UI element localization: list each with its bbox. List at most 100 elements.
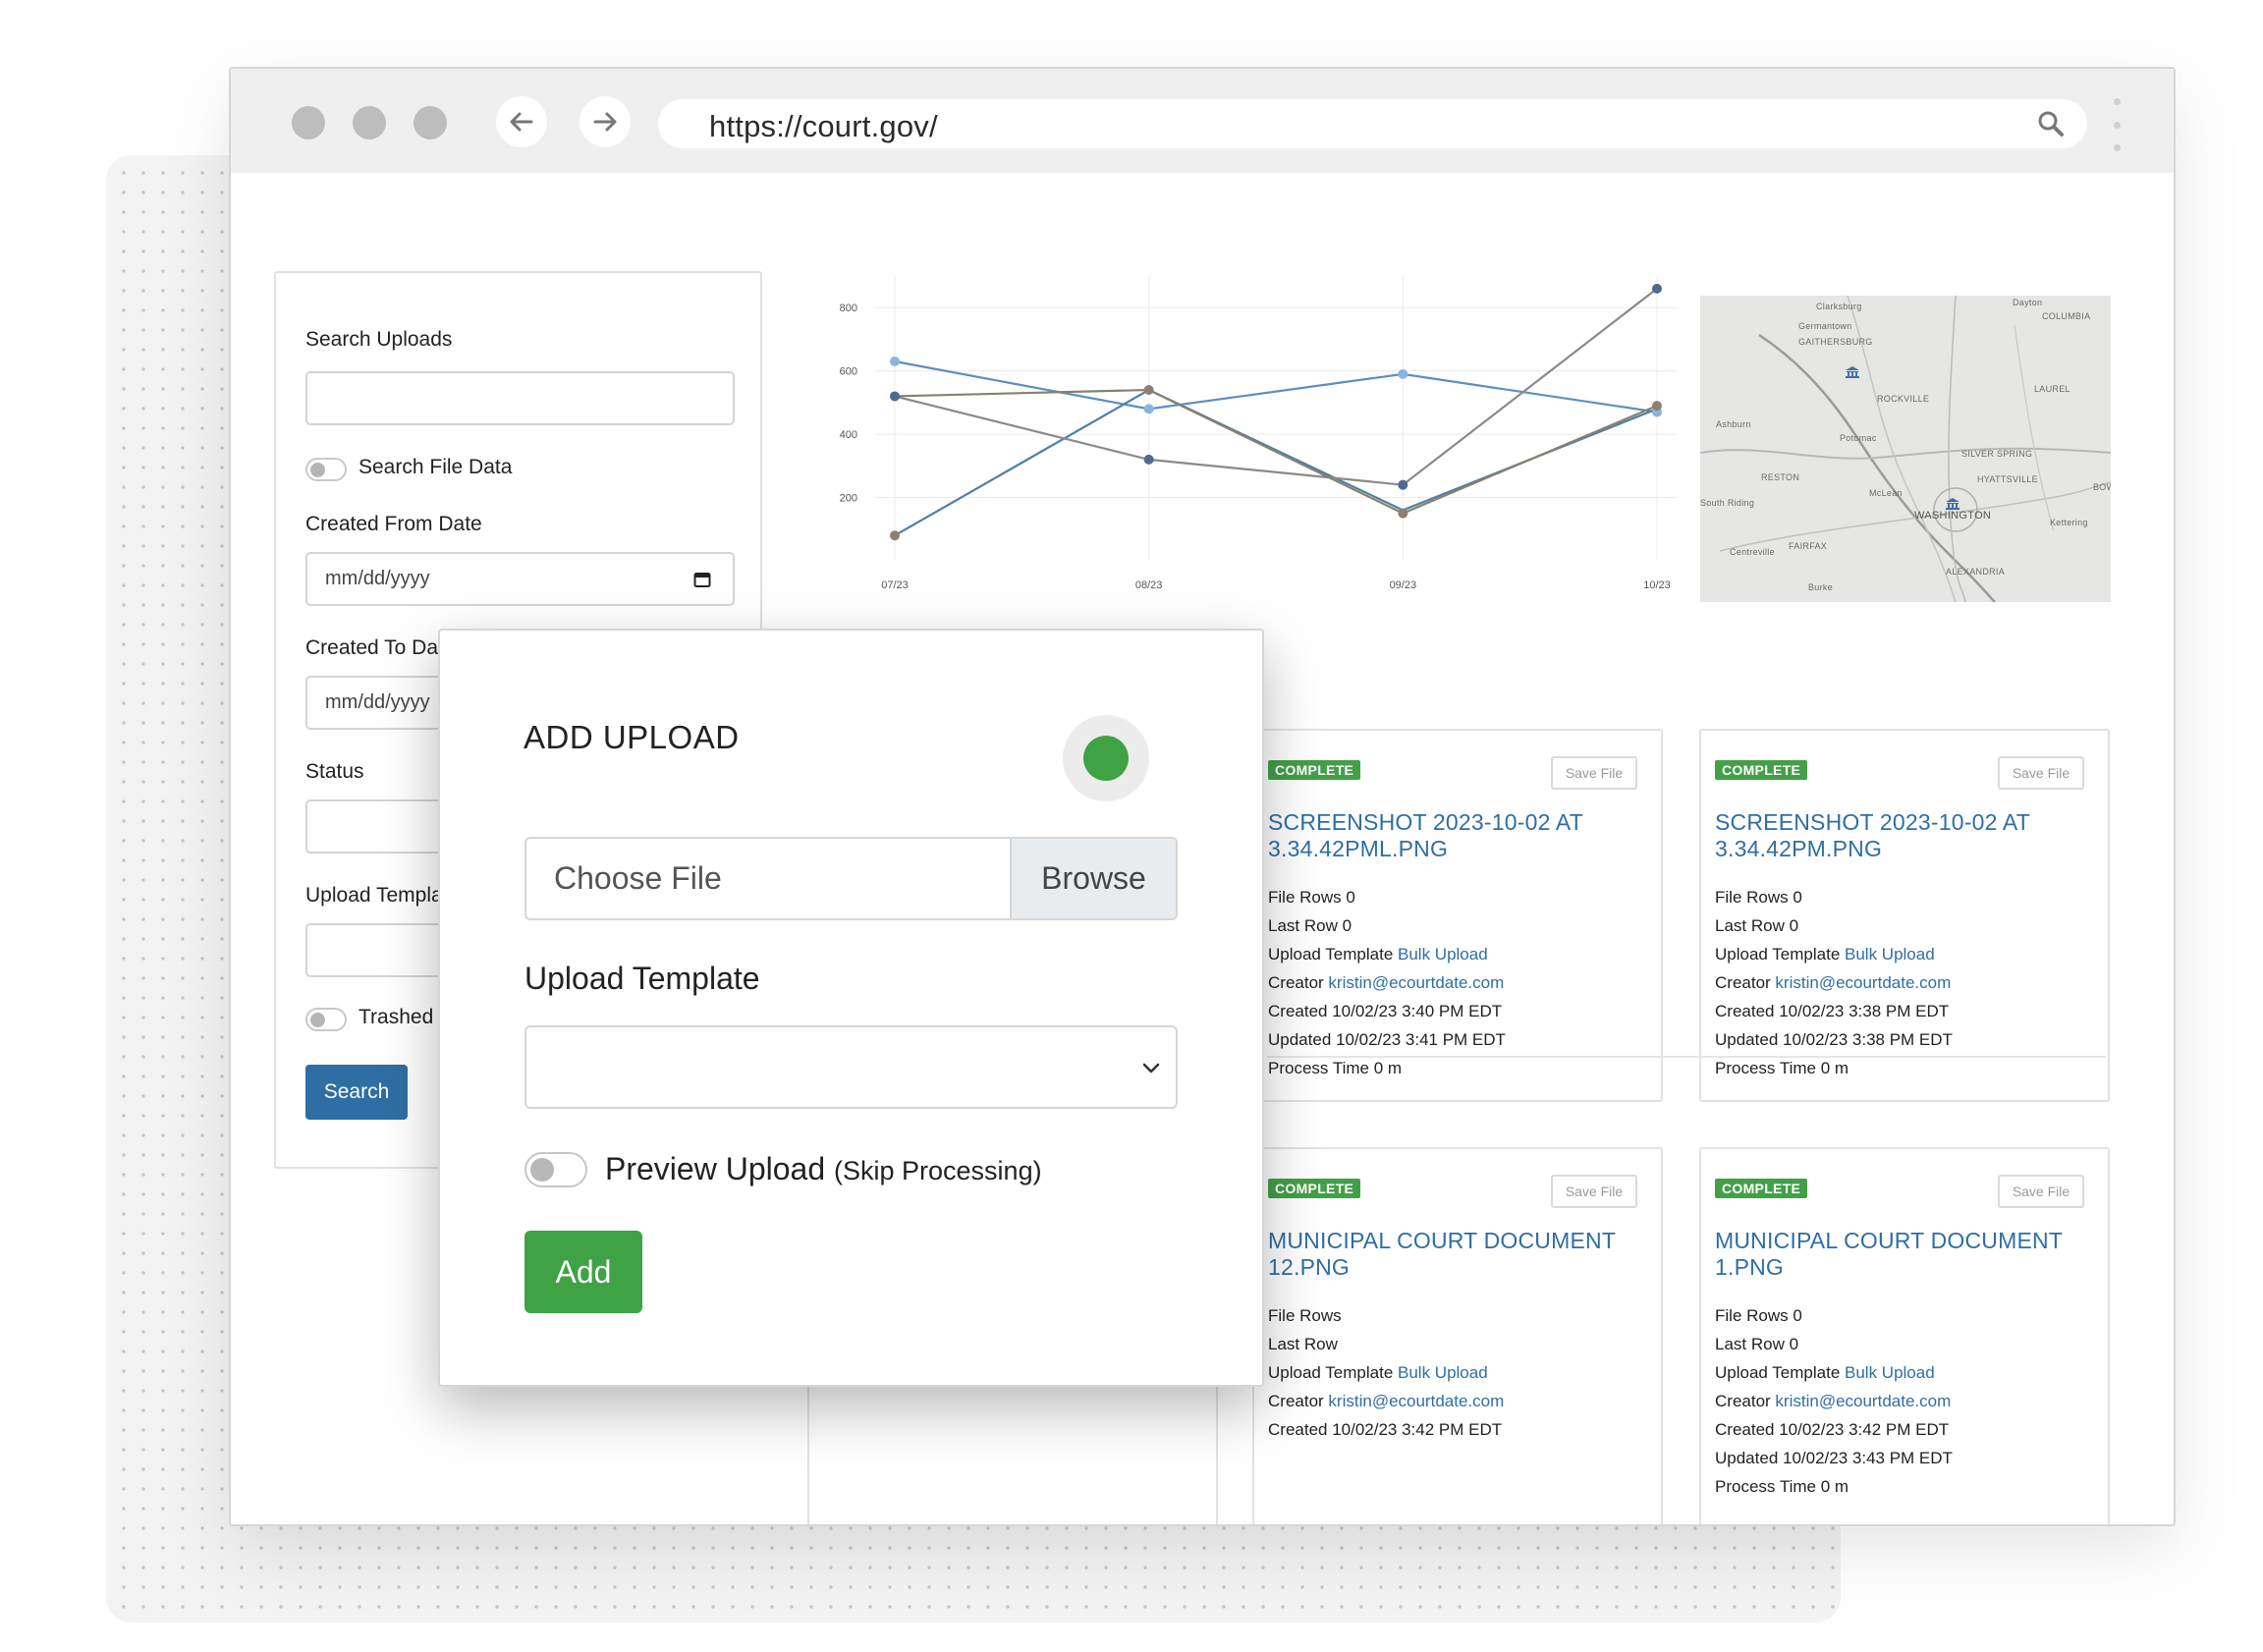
last-row-text: Last Row — [1268, 1335, 1338, 1353]
template-link[interactable]: Bulk Upload — [1845, 1363, 1935, 1382]
arrow-left-icon — [510, 112, 533, 132]
map-label: South Riding — [1700, 498, 1755, 508]
map-label: Dayton — [2013, 298, 2043, 307]
created-text: Created 10/02/23 3:40 PM EDT — [1268, 1002, 1503, 1020]
save-file-button[interactable]: Save File — [1998, 756, 2084, 790]
upload-card[interactable]: COMPLETE Save File MUNICIPAL COURT DOCUM… — [1252, 1147, 1663, 1524]
creator-link[interactable]: kristin@ecourtdate.com — [1775, 1392, 1951, 1410]
creator-text: Creator kristin@ecourtdate.com — [1268, 973, 1505, 992]
template-link[interactable]: Bulk Upload — [1398, 945, 1488, 964]
data-point — [1143, 454, 1154, 465]
map-label: LAUREL — [2034, 384, 2070, 394]
kebab-icon[interactable] — [2113, 98, 2121, 151]
template-link[interactable]: Bulk Upload — [1398, 1363, 1488, 1382]
courthouse-icon[interactable] — [1846, 366, 1859, 378]
y-tick-label: 800 — [840, 303, 857, 314]
preview-upload-toggle[interactable] — [524, 1152, 587, 1187]
preview-upload-label: Preview Upload (Skip Processing) — [605, 1151, 1042, 1186]
browse-button[interactable]: Browse — [1010, 839, 1176, 918]
map-label: WASHINGTON — [1914, 510, 1992, 522]
search-file-data-toggle[interactable] — [305, 458, 347, 481]
forward-button[interactable] — [580, 96, 631, 147]
upload-title-link[interactable]: MUNICIPAL COURT DOCUMENT 12.PNG — [1268, 1228, 1641, 1281]
last-row-text: Last Row 0 — [1715, 916, 1799, 935]
series-line — [894, 359, 1658, 413]
data-point — [1398, 479, 1408, 490]
created-from-label: Created From Date — [305, 513, 482, 535]
process-time-text: Process Time 0 m — [1715, 1477, 1849, 1496]
browser-toolbar: https://court.gov/ — [231, 69, 2174, 173]
map-label: Kettering — [2050, 518, 2088, 527]
preview-upload-sublabel: (Skip Processing) — [834, 1156, 1042, 1185]
creator-text: Creator kristin@ecourtdate.com — [1715, 1392, 1952, 1410]
trashed-toggle[interactable] — [305, 1008, 347, 1031]
template-link[interactable]: Bulk Upload — [1845, 945, 1935, 964]
series-line — [894, 388, 1658, 537]
creator-link[interactable]: kristin@ecourtdate.com — [1328, 1392, 1504, 1410]
map-label: ROCKVILLE — [1877, 394, 1930, 404]
window-maximize-dot[interactable] — [414, 106, 447, 139]
status-badge: COMPLETE — [1268, 760, 1361, 780]
series-line — [894, 388, 1658, 515]
arrow-right-icon — [593, 112, 617, 132]
created-to-placeholder: mm/dd/yyyy — [325, 691, 430, 713]
data-point — [890, 391, 900, 402]
upload-template-select[interactable] — [524, 1025, 1178, 1109]
data-point — [1143, 385, 1154, 395]
url-text: https://court.gov/ — [709, 109, 938, 143]
upload-title-link[interactable]: SCREENSHOT 2023-10-02 AT 3.34.42PML.PNG — [1268, 809, 1641, 862]
file-rows-text: File Rows 0 — [1715, 888, 1802, 907]
map-label: McLean — [1869, 488, 1903, 498]
chevron-down-icon — [1142, 1063, 1160, 1074]
creator-link[interactable]: kristin@ecourtdate.com — [1775, 973, 1951, 992]
line-chart-svg: 200 400 600 800 07/23 08/23 09/23 10/23 — [840, 276, 1677, 591]
upload-card[interactable]: COMPLETE Save File MUNICIPAL COURT DOCUM… — [1699, 1147, 2110, 1524]
save-file-button[interactable]: Save File — [1998, 1175, 2084, 1208]
trashed-label: Trashed — [359, 1006, 434, 1028]
status-dot-icon — [1083, 736, 1129, 781]
x-tick-label: 09/23 — [1390, 579, 1417, 591]
process-time-text: Process Time 0 m — [1715, 1059, 1849, 1077]
upload-template-text: Upload Template Bulk Upload — [1715, 945, 1935, 964]
magnifier-icon[interactable] — [2036, 109, 2066, 138]
created-to-label: Created To Date — [305, 636, 456, 659]
x-tick-label: 08/23 — [1135, 579, 1163, 591]
y-tick-label: 200 — [840, 493, 857, 505]
upload-title-link[interactable]: SCREENSHOT 2023-10-02 AT 3.34.42PM.PNG — [1715, 809, 2088, 862]
location-map[interactable]: Clarksburg Germantown GAITHERSBURG ROCKV… — [1700, 296, 2111, 602]
status-badge: COMPLETE — [1715, 1179, 1808, 1198]
upload-template-label: Upload Template — [524, 961, 760, 996]
courthouse-icon[interactable] — [1946, 498, 1959, 510]
updated-text: Updated 10/02/23 3:43 PM EDT — [1715, 1449, 1953, 1467]
map-label: BOW — [2093, 482, 2111, 492]
back-button[interactable] — [496, 96, 547, 147]
data-point — [1398, 508, 1408, 519]
map-label: ALEXANDRIA — [1946, 567, 2006, 577]
map-label: Potomac — [1840, 433, 1877, 443]
upload-card[interactable]: COMPLETE Save File SCREENSHOT 2023-10-02… — [1252, 729, 1663, 1102]
search-uploads-input[interactable] — [305, 371, 735, 425]
creator-text: Creator kristin@ecourtdate.com — [1715, 973, 1952, 992]
file-rows-text: File Rows 0 — [1268, 888, 1355, 907]
window-close-dot[interactable] — [292, 106, 325, 139]
data-point — [1652, 283, 1662, 294]
upload-template-text: Upload Template Bulk Upload — [1715, 1363, 1935, 1382]
created-from-placeholder: mm/dd/yyyy — [325, 568, 430, 589]
window-minimize-dot[interactable] — [353, 106, 386, 139]
creator-link[interactable]: kristin@ecourtdate.com — [1328, 973, 1504, 992]
upload-card[interactable]: COMPLETE Save File SCREENSHOT 2023-10-02… — [1699, 729, 2110, 1102]
y-tick-label: 600 — [840, 366, 857, 378]
address-bar[interactable]: https://court.gov/ — [658, 99, 2087, 148]
data-point — [890, 357, 900, 366]
save-file-button[interactable]: Save File — [1551, 1175, 1637, 1208]
save-file-button[interactable]: Save File — [1551, 756, 1637, 790]
search-button[interactable]: Search — [305, 1065, 408, 1120]
file-input-placeholder: Choose File — [554, 860, 722, 896]
search-uploads-label: Search Uploads — [305, 328, 453, 351]
file-input[interactable]: Choose File Browse — [524, 837, 1178, 920]
status-label: Status — [305, 760, 364, 783]
created-from-date-input[interactable]: mm/dd/yyyy — [305, 552, 735, 606]
add-button[interactable]: Add — [524, 1231, 642, 1313]
upload-title-link[interactable]: MUNICIPAL COURT DOCUMENT 1.PNG — [1715, 1228, 2088, 1281]
calendar-icon[interactable] — [693, 571, 711, 588]
